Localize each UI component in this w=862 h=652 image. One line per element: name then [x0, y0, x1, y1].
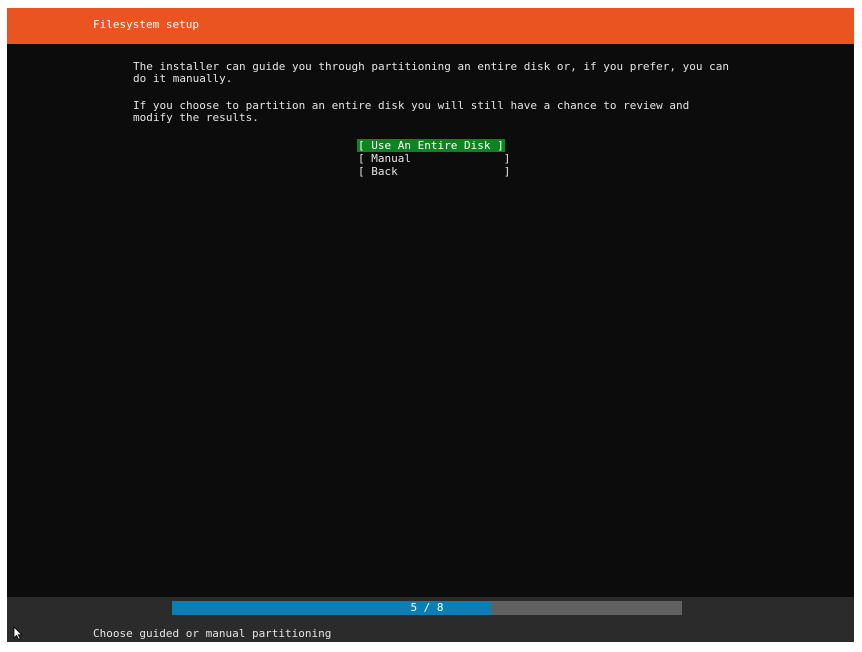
use-entire-disk-button[interactable]: [ Use An Entire Disk ]	[357, 139, 505, 152]
progress-bar: 5 / 8	[172, 601, 682, 615]
mouse-pointer-icon	[13, 626, 23, 640]
footer-bar: 5 / 8 Choose guided or manual partitioni…	[7, 597, 854, 642]
intro-paragraph: The installer can guide you through part…	[133, 60, 730, 85]
header-bar: Filesystem setup	[7, 8, 854, 44]
back-button[interactable]: [ Back ]	[357, 165, 510, 178]
footer-hint: Choose guided or manual partitioning	[93, 627, 332, 640]
review-paragraph: If you choose to partition an entire dis…	[133, 99, 690, 124]
installer-screen: Filesystem setup The installer can guide…	[7, 8, 854, 642]
manual-button[interactable]: [ Manual ]	[357, 152, 510, 165]
page-title: Filesystem setup	[93, 18, 199, 31]
progress-label: 5 / 8	[410, 601, 444, 614]
partition-choice-menu: [ Use An Entire Disk ] [ Manual ] [ Back…	[357, 139, 510, 178]
